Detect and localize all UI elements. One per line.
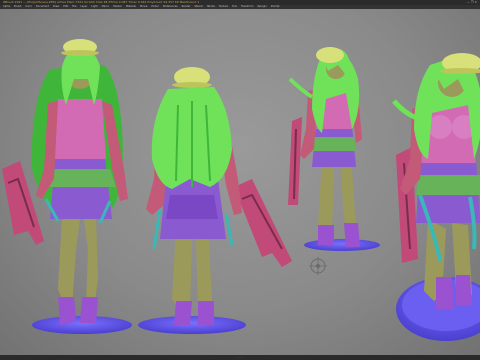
rifle xyxy=(234,179,292,267)
status-bar: · · · · · xyxy=(0,355,480,360)
transform-gizmo-icon[interactable] xyxy=(309,257,327,275)
display-base xyxy=(138,316,246,334)
figure-back-view xyxy=(138,67,292,334)
status-text: · · · · · xyxy=(235,355,245,359)
figure-closeup-view xyxy=(392,53,480,341)
rifle xyxy=(288,117,302,205)
viewport-canvas[interactable] xyxy=(0,9,480,355)
figure-side-view xyxy=(288,47,380,251)
display-base xyxy=(304,239,380,251)
window-title: ZBrush 2021 — [ProjectScene.ZPR] Active … xyxy=(3,0,200,4)
scene xyxy=(2,39,480,341)
figure-front-view xyxy=(2,39,132,334)
